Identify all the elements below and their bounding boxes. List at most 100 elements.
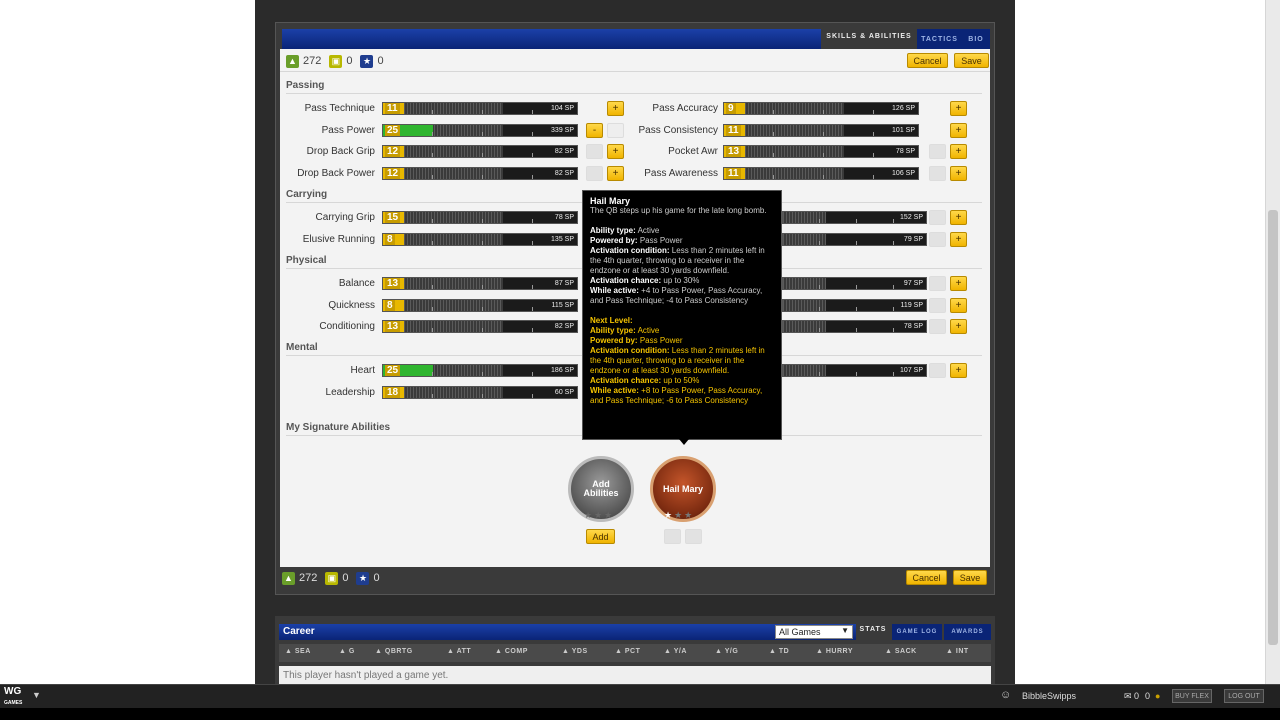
username[interactable]: BibbleSwipps <box>1022 691 1076 701</box>
tab-bio[interactable]: Bio <box>962 29 990 49</box>
pass-awareness-label: Pass Awareness <box>644 168 718 179</box>
column-header-g[interactable]: ▲ G <box>339 648 355 655</box>
skill-points-icon: ▲ <box>286 54 299 68</box>
save-button[interactable]: Save <box>954 53 989 68</box>
column-header-ya[interactable]: ▲ Y/A <box>664 648 687 655</box>
games-filter-select[interactable]: All Games ▼ <box>775 625 853 639</box>
pass-consistency-plus-button[interactable]: + <box>950 123 967 138</box>
tooltip-type-label: Ability type: <box>590 226 636 235</box>
bar-tick <box>873 110 875 114</box>
phys-right-2-plus-button[interactable]: + <box>950 298 967 313</box>
section-signature-abilities: My Signature Abilities <box>286 422 391 433</box>
bar-tick <box>532 241 534 245</box>
column-header-sack[interactable]: ▲ SACK <box>885 648 917 655</box>
buy-flex-button[interactable]: BUY FLEX <box>1172 689 1212 703</box>
bar-tick <box>532 394 534 398</box>
skill-points-value: 272 <box>303 55 322 67</box>
bar-tick <box>431 175 433 179</box>
bar-tick <box>818 307 820 311</box>
pass-consistency-value: 11 <box>726 125 741 136</box>
tab-skills-abilities[interactable]: Skills & Abilities <box>821 23 917 49</box>
wg-games-logo[interactable]: WG GAMES <box>4 687 28 707</box>
pass-awareness-bar: 11 106 SP <box>723 167 919 180</box>
balance-cost: 87 SP <box>554 280 574 287</box>
pass-consistency-label: Pass Consistency <box>638 125 718 136</box>
save-button-bottom[interactable]: Save <box>953 570 987 585</box>
tab-stats[interactable]: Stats <box>856 618 890 640</box>
pass-technique-value: 11 <box>385 103 400 114</box>
column-header-att[interactable]: ▲ ATT <box>447 648 471 655</box>
bar-tick <box>818 372 820 376</box>
quickness-cost: 115 SP <box>551 302 574 309</box>
leadership-label: Leadership <box>325 387 375 398</box>
career-empty-message: This player hasn't played a game yet. <box>279 666 991 684</box>
tab-game-log[interactable]: Game Log <box>892 624 942 640</box>
section-physical: Physical <box>286 255 327 266</box>
drop-back-power-bar: 12 82 SP <box>382 167 578 180</box>
phys-right-1-bar: 97 SP <box>782 277 927 290</box>
carry-right-1-plus-button[interactable]: + <box>950 210 967 225</box>
bar-tick <box>893 285 895 289</box>
column-header-yg[interactable]: ▲ Y/G <box>715 648 738 655</box>
tooltip-chance-label: Activation chance: <box>590 276 662 285</box>
pass-consistency-cost: 101 SP <box>892 127 915 134</box>
pocket-awr-plus-button[interactable]: + <box>950 144 967 159</box>
column-header-comp[interactable]: ▲ COMP <box>495 648 528 655</box>
bar-tick <box>855 372 857 376</box>
chevron-down-icon[interactable]: ▼ <box>32 690 41 700</box>
pass-power-minus-button[interactable]: - <box>586 123 603 138</box>
column-header-pct[interactable]: ▲ PCT <box>615 648 640 655</box>
carrying-grip-cost: 78 SP <box>554 214 574 221</box>
mail-icon[interactable]: ✉ <box>1124 691 1132 702</box>
add-ability-button[interactable]: Add <box>586 529 615 544</box>
coin-count: 0 <box>1145 691 1151 701</box>
column-header-td[interactable]: ▲ TD <box>769 648 789 655</box>
skill-points-icon: ▲ <box>282 571 295 585</box>
add-abilities-label: Add Abilities <box>583 479 619 498</box>
cancel-button[interactable]: Cancel <box>907 53 948 68</box>
bar-tick <box>855 307 857 311</box>
bar-tick <box>431 110 433 114</box>
drop-back-power-cost: 82 SP <box>554 170 574 177</box>
drop-back-power-minus-disabled <box>586 166 603 181</box>
bar-tick <box>431 328 433 332</box>
cancel-button-bottom[interactable]: Cancel <box>906 570 947 585</box>
column-header-qbrtg[interactable]: ▲ QBRTG <box>375 648 413 655</box>
tooltip-next-type: Active <box>637 326 660 335</box>
mental-right-1-plus-button[interactable]: + <box>950 363 967 378</box>
pocket-awr-value: 13 <box>726 146 742 157</box>
column-header-yds[interactable]: ▲ YDS <box>562 648 588 655</box>
pass-accuracy-cost: 126 SP <box>892 105 915 112</box>
pass-consistency-bar: 11 101 SP <box>723 124 919 137</box>
phys-right-1-plus-button[interactable]: + <box>950 276 967 291</box>
bar-tick <box>772 175 774 179</box>
scrollbar-thumb[interactable] <box>1268 210 1278 645</box>
pass-accuracy-plus-button[interactable]: + <box>950 101 967 116</box>
tab-awards[interactable]: Awards <box>944 624 991 640</box>
carry-right-2-plus-button[interactable]: + <box>950 232 967 247</box>
phys-right-1-minus-disabled <box>929 276 946 291</box>
pass-accuracy-value: 9 <box>726 103 736 114</box>
career-column-headers: ▲ SEA ▲ G ▲ QBRTG ▲ ATT ▲ COMP ▲ YDS ▲ PCT ▲ Y/… <box>279 644 991 662</box>
column-header-sea[interactable]: ▲ SEA <box>285 648 311 655</box>
bar-tick <box>431 153 433 157</box>
heart-label: Heart <box>350 365 375 376</box>
hail-mary-minus-disabled <box>664 529 681 544</box>
column-header-int[interactable]: ▲ INT <box>946 648 969 655</box>
career-title: Career <box>283 626 315 637</box>
user-icon[interactable]: ☺ <box>1000 689 1011 701</box>
logout-button[interactable]: LOG OUT <box>1224 689 1264 703</box>
career-header-bar: Career All Games ▼ <box>279 624 856 640</box>
column-header-hurry[interactable]: ▲ HURRY <box>816 648 853 655</box>
elusive-running-cost: 135 SP <box>551 236 574 243</box>
ability-tooltip: Hail Mary The QB steps up his game for t… <box>582 190 782 440</box>
bar-tick <box>431 219 433 223</box>
tab-tactics[interactable]: Tactics <box>917 29 962 49</box>
pass-accuracy-label: Pass Accuracy <box>652 103 718 114</box>
ability-points-value: 0 <box>373 572 380 584</box>
pass-awareness-plus-button[interactable]: + <box>950 166 967 181</box>
conditioning-bar: 13 82 SP <box>382 320 578 333</box>
bar-tick <box>431 132 433 136</box>
tooltip-next-type-label: Ability type: <box>590 326 636 335</box>
phys-right-3-plus-button[interactable]: + <box>950 319 967 334</box>
